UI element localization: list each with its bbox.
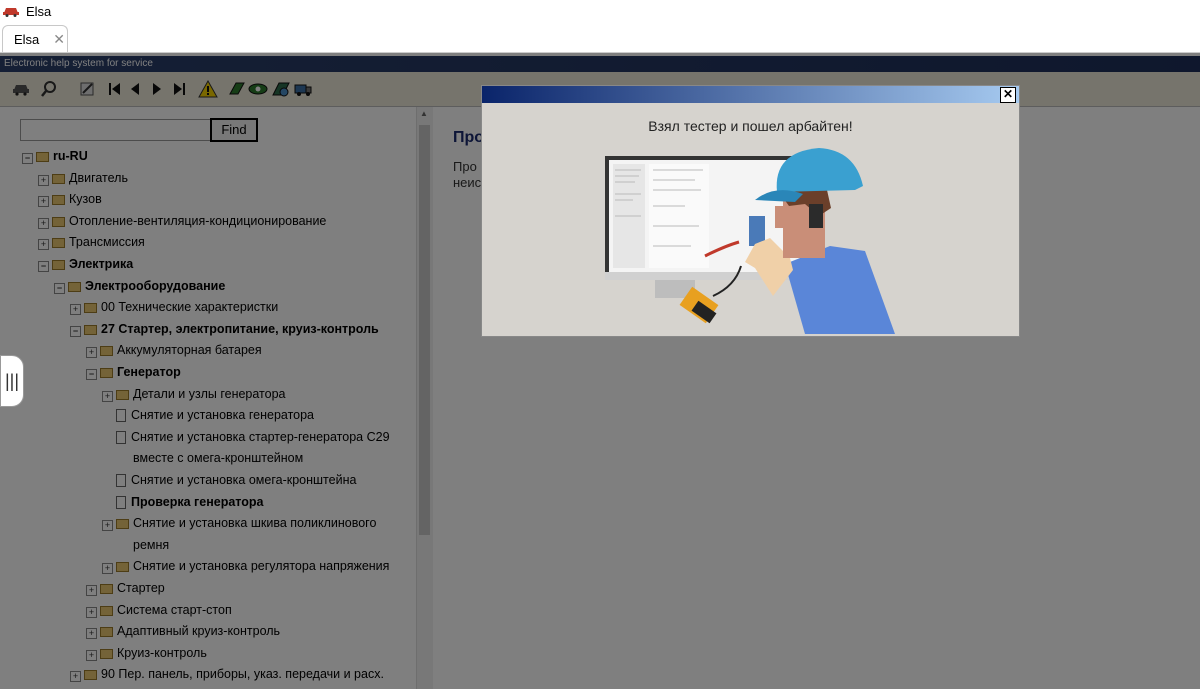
window-title: Elsa	[26, 3, 52, 19]
dialog-titlebar	[482, 86, 1019, 103]
close-icon[interactable]: ✕	[53, 31, 65, 48]
grip-icon: |||	[4, 370, 20, 391]
panel-toggle-handle[interactable]: |||	[0, 355, 24, 407]
window-titlebar: Elsa	[0, 0, 1200, 22]
dialog-message: Взял тестер и пошел арбайтен!	[648, 118, 853, 134]
dialog-close-button[interactable]: ✕	[1000, 87, 1016, 103]
tab-strip: Elsa ✕	[0, 22, 1200, 53]
car-icon	[3, 8, 19, 17]
tab-label: Elsa	[14, 31, 40, 47]
tab-elsa[interactable]: Elsa ✕	[2, 25, 68, 52]
info-dialog: ✕ Взял тестер и пошел арбайтен!	[481, 85, 1020, 337]
mechanic-illustration	[605, 148, 895, 334]
